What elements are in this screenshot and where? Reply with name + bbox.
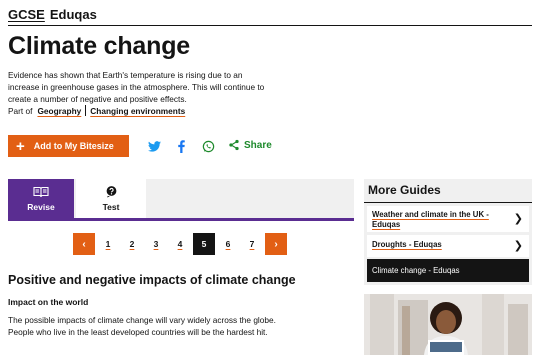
guide-link-droughts[interactable]: Droughts - Eduqas ❯ — [367, 235, 529, 257]
part-of-row: Part of Geography Changing environments — [8, 105, 185, 116]
more-guides-panel: More Guides Weather and climate in the U… — [364, 179, 532, 285]
tab-revise-label: Revise — [27, 201, 55, 212]
sub-heading: Impact on the world — [8, 297, 89, 307]
tab-test-label: Test — [102, 202, 120, 212]
page-link-6[interactable]: 6 — [217, 233, 239, 255]
guide-label: Climate change - Eduqas — [372, 266, 460, 275]
presenter-photo — [364, 294, 532, 355]
top-breadcrumb: GCSE Eduqas — [8, 6, 532, 26]
guide-label: Droughts - Eduqas — [372, 240, 442, 249]
section-heading: Positive and negative impacts of climate… — [8, 273, 296, 287]
page-link-1[interactable]: 1 — [97, 233, 119, 255]
next-page-button[interactable]: › — [265, 233, 287, 255]
tabs-underline — [8, 218, 354, 221]
tab-test[interactable]: Test — [76, 179, 146, 218]
part-of-divider — [85, 105, 87, 116]
chevron-right-icon: ❯ — [513, 240, 523, 252]
chevron-right-icon: ❯ — [513, 213, 523, 225]
twitter-icon[interactable] — [147, 139, 161, 153]
chevron-right-icon: › — [274, 238, 278, 250]
book-icon — [33, 186, 49, 197]
tab-revise[interactable]: Revise — [8, 179, 74, 218]
page-link-7[interactable]: 7 — [241, 233, 263, 255]
page-current-5: 5 — [193, 233, 215, 255]
whatsapp-icon[interactable] — [201, 139, 215, 153]
page-title: Climate change — [8, 32, 190, 60]
add-to-my-bitesize-button[interactable]: + Add to My Bitesize — [8, 135, 129, 157]
body-paragraph: The possible impacts of climate change w… — [8, 315, 276, 337]
part-of-changing-environments-link[interactable]: Changing environments — [90, 106, 185, 116]
facebook-icon[interactable] — [174, 139, 188, 153]
more-guides-heading: More Guides — [368, 183, 441, 197]
breadcrumb-gcse-link[interactable]: GCSE — [8, 7, 45, 22]
share-label: Share — [244, 139, 272, 151]
tabs-filler — [148, 179, 354, 218]
page-link-4[interactable]: 4 — [169, 233, 191, 255]
prev-page-button[interactable]: ‹ — [73, 233, 95, 255]
guide-link-weather-climate[interactable]: Weather and climate in the UK - Eduqas ❯ — [367, 206, 529, 232]
study-tabs: Revise Test — [8, 179, 354, 221]
part-of-label: Part of — [8, 105, 33, 116]
share-icon — [229, 139, 239, 151]
plus-icon: + — [16, 137, 25, 155]
chevron-left-icon: ‹ — [82, 238, 86, 250]
guide-label: Weather and climate in the UK - Eduqas — [372, 210, 489, 229]
quiz-icon — [106, 186, 116, 198]
pagination: ‹ 1 2 3 4 5 6 7 › — [73, 233, 287, 255]
more-guides-divider — [364, 202, 532, 203]
page-summary: Evidence has shown that Earth's temperat… — [8, 70, 265, 104]
breadcrumb-board: Eduqas — [49, 7, 97, 22]
part-of-geography-link[interactable]: Geography — [37, 106, 81, 116]
page-link-3[interactable]: 3 — [145, 233, 167, 255]
page-link-2[interactable]: 2 — [121, 233, 143, 255]
guide-current-climate-change: Climate change - Eduqas — [367, 259, 529, 282]
add-to-my-bitesize-label: Add to My Bitesize — [33, 141, 114, 151]
share-button[interactable]: Share — [228, 139, 272, 151]
